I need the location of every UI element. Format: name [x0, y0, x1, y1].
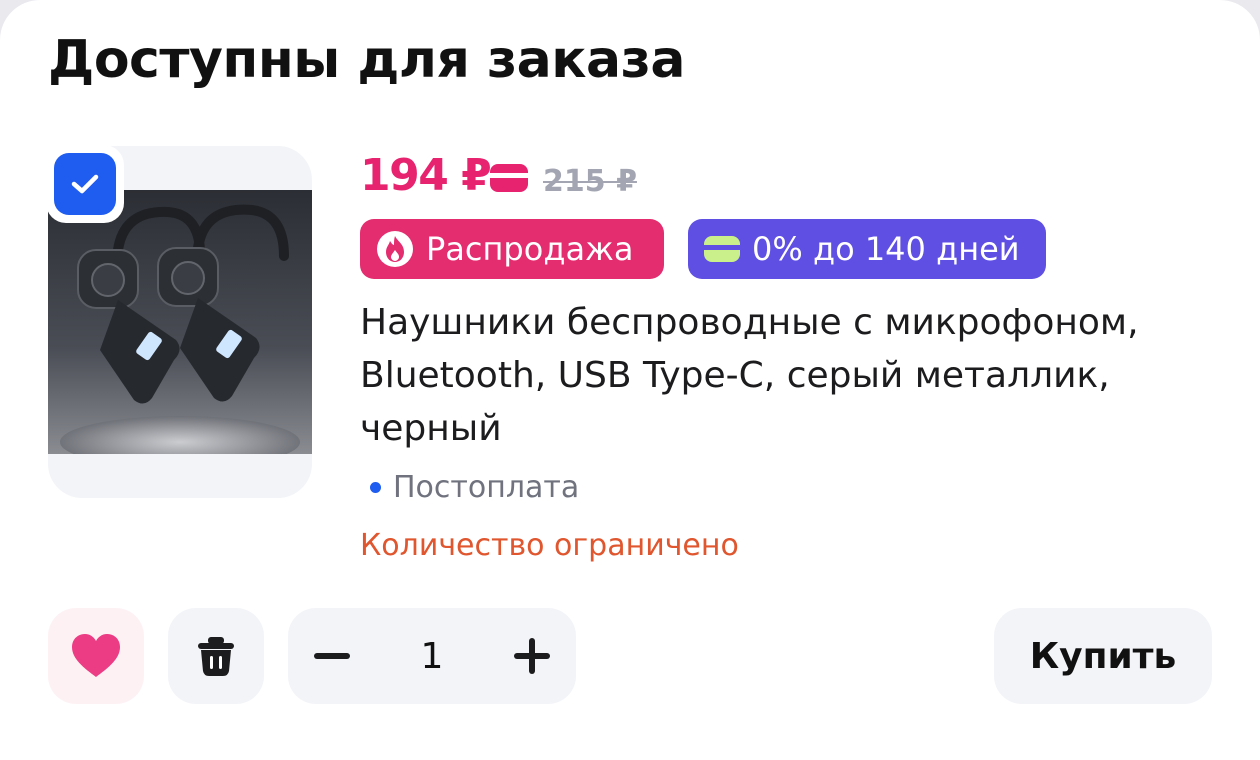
- cart-section: Доступны для заказа 194 ₽ 215 ₽ Распрода…: [0, 0, 1260, 760]
- heart-icon: [72, 634, 120, 677]
- current-price: 194 ₽: [360, 150, 492, 201]
- old-price: 215 ₽: [543, 164, 637, 199]
- select-checkbox[interactable]: [46, 145, 124, 223]
- installment-badge: 0% до 140 дней: [688, 219, 1046, 279]
- favorite-button[interactable]: [48, 608, 144, 704]
- card-icon: [704, 236, 740, 262]
- product-name[interactable]: Наушники беспроводные с микрофоном, Blue…: [360, 296, 1220, 455]
- quantity-value: 1: [420, 635, 444, 677]
- bank-card-icon: [490, 164, 528, 192]
- fire-icon: [377, 231, 413, 267]
- installment-badge-label: 0% до 140 дней: [752, 230, 1020, 268]
- minus-icon[interactable]: [312, 636, 352, 676]
- delete-button[interactable]: [168, 608, 264, 704]
- sale-badge-label: Распродажа: [426, 230, 634, 268]
- bullet-dot-icon: [370, 482, 381, 493]
- checkmark-icon: [54, 153, 116, 215]
- product-photo: [48, 190, 312, 454]
- trash-icon: [198, 637, 234, 676]
- quantity-stepper: 1: [288, 608, 576, 704]
- sale-badge: Распродажа: [360, 219, 664, 279]
- payment-label: Постоплата: [393, 470, 580, 505]
- stock-warning: Количество ограничено: [360, 528, 739, 563]
- buy-button[interactable]: Купить: [994, 608, 1212, 704]
- section-title: Доступны для заказа: [48, 30, 685, 90]
- plus-icon[interactable]: [512, 636, 552, 676]
- payment-method: Постоплата: [370, 470, 579, 505]
